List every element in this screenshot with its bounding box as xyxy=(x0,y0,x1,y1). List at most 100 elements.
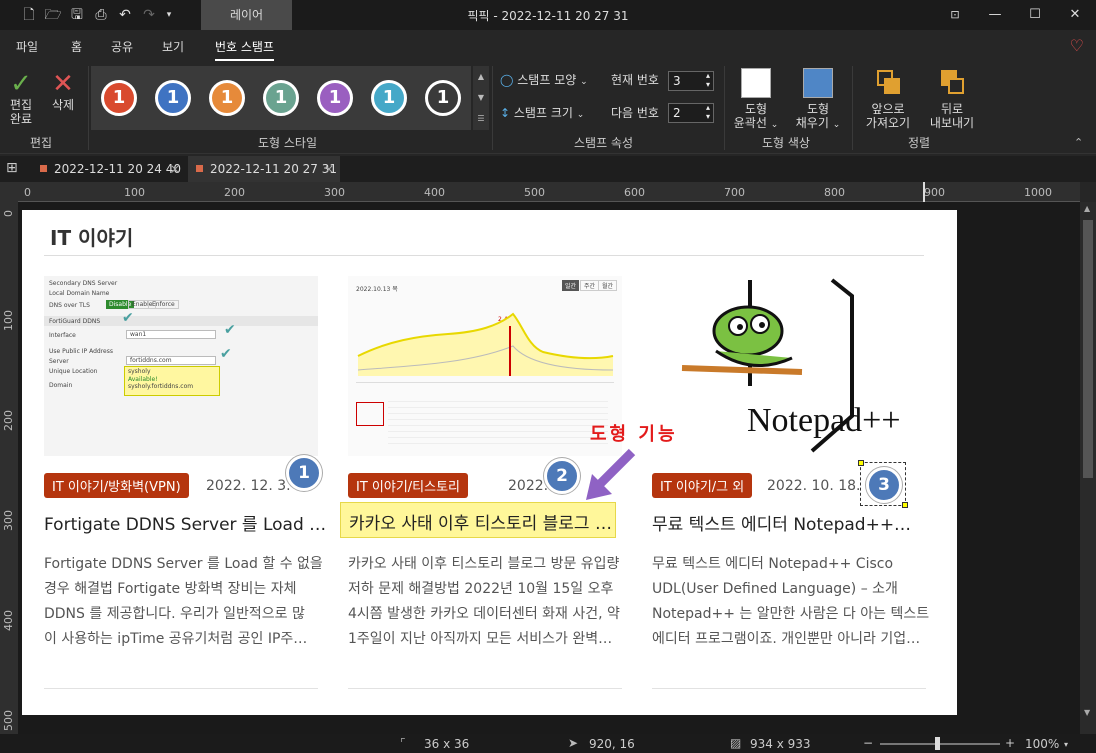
stamp-style-7[interactable]: 1 xyxy=(425,80,461,116)
scroll-up-icon[interactable]: ▲ xyxy=(1084,204,1090,213)
redo-icon[interactable]: ↷ xyxy=(140,6,158,24)
send-back-label-2: 내보내기 xyxy=(929,116,975,130)
thumb-highlight-box xyxy=(356,402,384,426)
category-badge[interactable]: IT 이야기/방화벽(VPN) xyxy=(44,473,189,498)
undo-icon[interactable]: ↶ xyxy=(116,6,134,24)
new-file-icon[interactable]: 🗋 xyxy=(20,6,38,24)
stamp-style-3[interactable]: 1 xyxy=(209,80,245,116)
layer-tab[interactable]: 레이어 xyxy=(201,0,292,31)
open-folder-icon[interactable]: 🗁 xyxy=(44,6,62,24)
delete-button[interactable]: ✕ 삭제 xyxy=(46,70,80,112)
stamp-style-6[interactable]: 1 xyxy=(371,80,407,116)
tab-close-icon[interactable]: × xyxy=(170,156,180,182)
outline-swatch xyxy=(741,68,771,98)
tab-document-1[interactable]: 2022-12-11 20 24 40 × xyxy=(32,156,186,182)
maximize-button[interactable]: ☐ xyxy=(1015,0,1055,30)
image-size: 934 x 933 xyxy=(750,737,811,751)
zoom-slider-handle[interactable] xyxy=(935,737,940,750)
menu-view[interactable]: 보기 xyxy=(162,38,184,55)
thumbnail-notepad[interactable]: Notepad++ xyxy=(652,276,926,456)
stamp-shape-dropdown[interactable]: ◯ 스탬프 모양 ⌄ xyxy=(500,73,588,89)
stepper-arrows-icon[interactable]: ▴ ▾ xyxy=(706,71,710,89)
gallery-more-icon[interactable]: ☰ xyxy=(473,108,489,129)
card-1-excerpt: Fortigate DDNS Server 를 Load 할 수 없을 경우 해… xyxy=(44,552,323,652)
next-number-stepper[interactable]: 2 ▴ ▾ xyxy=(668,103,714,123)
resize-handle[interactable] xyxy=(858,460,864,466)
current-number-stepper[interactable]: 3 ▴ ▾ xyxy=(668,71,714,91)
ruler-tick: 700 xyxy=(724,186,745,199)
card-divider xyxy=(44,688,318,689)
ruler-tick: 600 xyxy=(624,186,645,199)
close-button[interactable]: ✕ xyxy=(1055,0,1095,30)
number-stamp-2[interactable]: 2 xyxy=(544,458,580,494)
collapse-ribbon-icon[interactable]: ⌃ xyxy=(1074,136,1083,149)
zoom-slider[interactable] xyxy=(880,743,1000,745)
tab-close-icon[interactable]: × xyxy=(324,156,334,182)
resize-handle[interactable] xyxy=(902,502,908,508)
zoom-dropdown-icon[interactable]: ▾ xyxy=(1064,740,1068,749)
shape-outline-button[interactable]: 도형 윤곽선 ⌄ xyxy=(732,68,780,132)
ruler-tick: 900 xyxy=(924,186,945,199)
annotation-text[interactable]: 도형 기능 xyxy=(590,420,678,446)
shape-fill-button[interactable]: 도형 채우기 ⌄ xyxy=(792,68,844,132)
card-3-category[interactable]: IT 이야기/그 외 xyxy=(652,473,753,498)
quick-access-dropdown-icon[interactable]: ▾ xyxy=(160,6,178,24)
ribbon-separator xyxy=(88,66,89,150)
send-back-button[interactable]: 뒤로 내보내기 xyxy=(926,68,978,130)
group-stamp-props-label: 스탬프 속성 xyxy=(574,136,634,150)
number-stamp-1[interactable]: 1 xyxy=(286,455,322,491)
menu-share[interactable]: 공유 xyxy=(111,38,133,55)
category-badge[interactable]: IT 이야기/티스토리 xyxy=(348,473,469,498)
card-2-excerpt: 카카오 사태 이후 티스토리 블로그 방문 유입량 저하 문제 해결방법 202… xyxy=(348,552,620,652)
image-page[interactable]: IT 이야기 Secondary DNS Server Local Domain… xyxy=(22,210,957,715)
thumb-row: Unique Location xyxy=(49,368,98,375)
thumbnail-chart[interactable]: 2022.10.13 목 일간 주간 월간 2,405 xyxy=(348,276,622,456)
tab-document-2[interactable]: 2022-12-11 20 27 31 × xyxy=(188,156,340,182)
card-1-category[interactable]: IT 이야기/방화벽(VPN) xyxy=(44,473,189,498)
zoom-in-icon[interactable]: + xyxy=(1005,736,1015,750)
stamp-size-dropdown[interactable]: ↕ 스탬프 크기 ⌄ xyxy=(500,106,584,122)
arrow-annotation-icon[interactable] xyxy=(582,446,642,506)
image-icon: ▨ xyxy=(730,736,742,750)
scroll-thumb[interactable] xyxy=(1083,220,1093,478)
vertical-scrollbar[interactable]: ▲ ▼ xyxy=(1080,202,1096,734)
ruler-corner xyxy=(0,182,18,202)
card-2-category[interactable]: IT 이야기/티스토리 xyxy=(348,473,469,498)
gallery-down-icon[interactable]: ▼ xyxy=(473,87,489,108)
grid-view-icon[interactable]: ⊞ xyxy=(6,160,18,176)
capture-icon[interactable]: ⊡ xyxy=(935,0,975,30)
card-3-title[interactable]: 무료 텍스트 에디터 Notepad++… xyxy=(652,510,911,535)
zoom-level[interactable]: 100% xyxy=(1025,737,1059,751)
stepper-arrows-icon[interactable]: ▴ ▾ xyxy=(706,103,710,121)
category-badge[interactable]: IT 이야기/그 외 xyxy=(652,473,753,498)
heart-icon[interactable]: ♡ xyxy=(1070,36,1084,55)
stamp-style-2[interactable]: 1 xyxy=(155,80,191,116)
canvas[interactable]: IT 이야기 Secondary DNS Server Local Domain… xyxy=(18,202,1080,734)
check-icon: ✔ xyxy=(122,310,134,326)
stamp-style-4[interactable]: 1 xyxy=(263,80,299,116)
stamp-style-5[interactable]: 1 xyxy=(317,80,353,116)
card-1-title[interactable]: Fortigate DDNS Server 를 Load … xyxy=(44,510,326,535)
thumb-tab: 월간 xyxy=(598,280,618,291)
gallery-up-icon[interactable]: ▲ xyxy=(473,66,489,87)
menu-home[interactable]: 홈 xyxy=(71,38,82,55)
check-icon: ✔ xyxy=(224,322,236,338)
menu-file[interactable]: 파일 xyxy=(16,38,38,55)
stamp-style-1[interactable]: 1 xyxy=(101,80,137,116)
print-icon[interactable]: ⎙ xyxy=(92,6,110,24)
save-icon[interactable]: 🖫 xyxy=(68,6,86,24)
number-stamp-3[interactable]: 3 xyxy=(866,467,902,503)
selection-box[interactable]: 3 xyxy=(858,460,908,508)
minimize-button[interactable]: — xyxy=(975,0,1015,30)
shape-outline-label-2: 윤곽선 xyxy=(733,116,767,130)
menu-number-stamp[interactable]: 번호 스탬프 xyxy=(215,38,275,61)
zoom-out-icon[interactable]: − xyxy=(863,736,873,750)
bring-front-button[interactable]: 앞으로 가져오기 xyxy=(862,68,914,130)
ruler-tick: 200 xyxy=(2,410,15,431)
scroll-down-icon[interactable]: ▼ xyxy=(1084,708,1090,717)
edit-done-button[interactable]: ✓ 편집 완료 xyxy=(4,70,38,126)
tab-label: 2022-12-11 20 24 40 xyxy=(54,162,181,176)
thumbnail-fortigate[interactable]: Secondary DNS Server Local Domain Name D… xyxy=(44,276,318,456)
gallery-scroll[interactable]: ▲ ▼ ☰ xyxy=(473,66,489,130)
card-2-title-highlighted[interactable]: 카카오 사태 이후 티스토리 블로그 … xyxy=(340,502,616,538)
